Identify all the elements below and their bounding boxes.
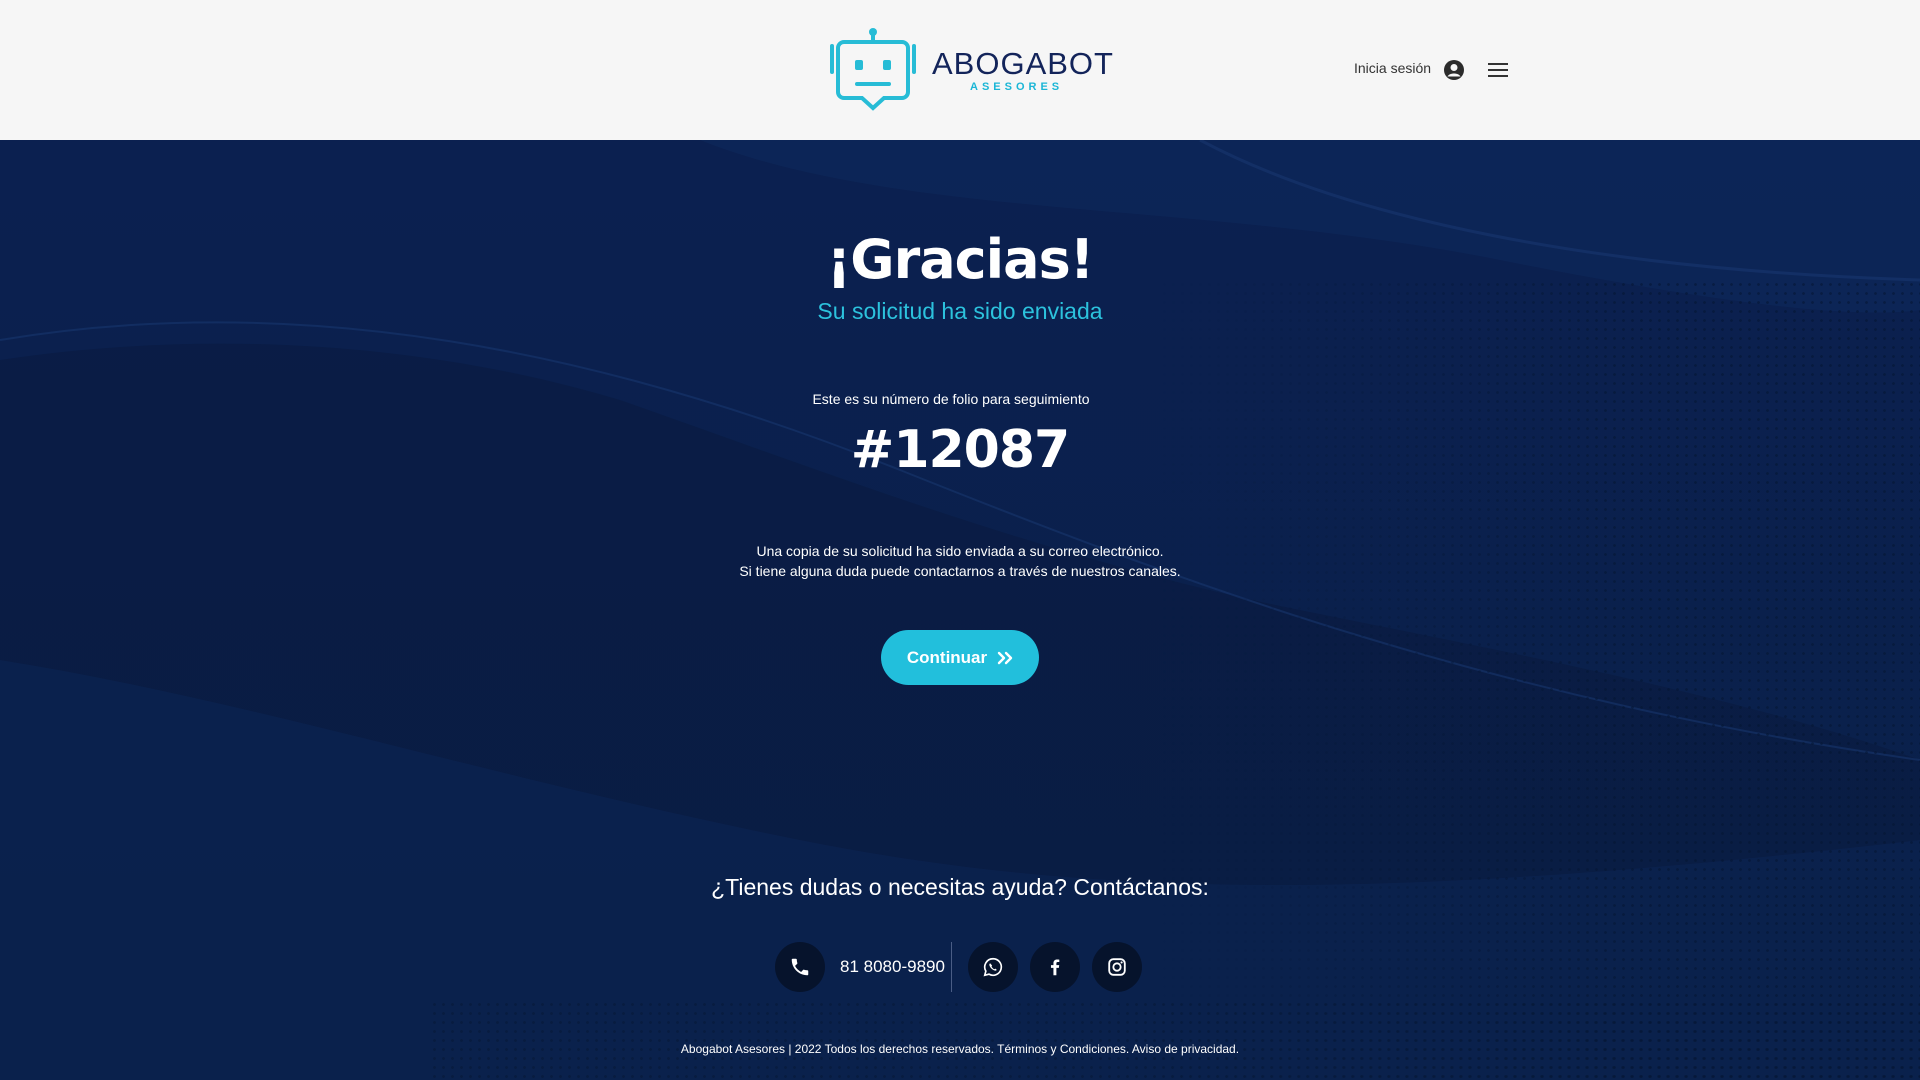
folio-label: Este es su número de folio para seguimie… [812, 391, 1090, 407]
facebook-icon[interactable] [1030, 942, 1080, 992]
confirmation-line-1: Una copia de su solicitud ha sido enviad… [756, 543, 1164, 559]
confirmation-line-2: Si tiene alguna duda puede contactarnos … [739, 563, 1181, 579]
privacy-link[interactable]: Aviso de privacidad. [1132, 1042, 1239, 1056]
contact-divider [951, 942, 952, 992]
phone-number[interactable]: 81 8080-9890 [840, 957, 945, 977]
site-footer: Abogabot Asesores | 2022 Todos los derec… [0, 1042, 1920, 1056]
footer-copyright: Abogabot Asesores | 2022 Todos los derec… [680, 1042, 995, 1056]
contact-heading: ¿Tienes dudas o necesitas ayuda? Contáct… [711, 874, 1209, 900]
instagram-icon[interactable] [1092, 942, 1142, 992]
main-content: ¡Gracias! Su solicitud ha sido enviada E… [0, 0, 1920, 1080]
terms-link[interactable]: Términos y Condiciones. [997, 1042, 1129, 1056]
confirmation-message: Una copia de su solicitud ha sido enviad… [0, 541, 1920, 581]
page-title: ¡Gracias! [826, 228, 1095, 291]
page-subtitle: Su solicitud ha sido enviada [817, 298, 1103, 324]
double-chevron-right-icon [997, 651, 1013, 664]
folio-number: #12087 [850, 420, 1070, 480]
whatsapp-icon[interactable] [968, 942, 1018, 992]
continue-button[interactable]: Continuar [881, 630, 1039, 685]
continue-button-label: Continuar [906, 647, 988, 667]
phone-icon[interactable] [775, 942, 825, 992]
